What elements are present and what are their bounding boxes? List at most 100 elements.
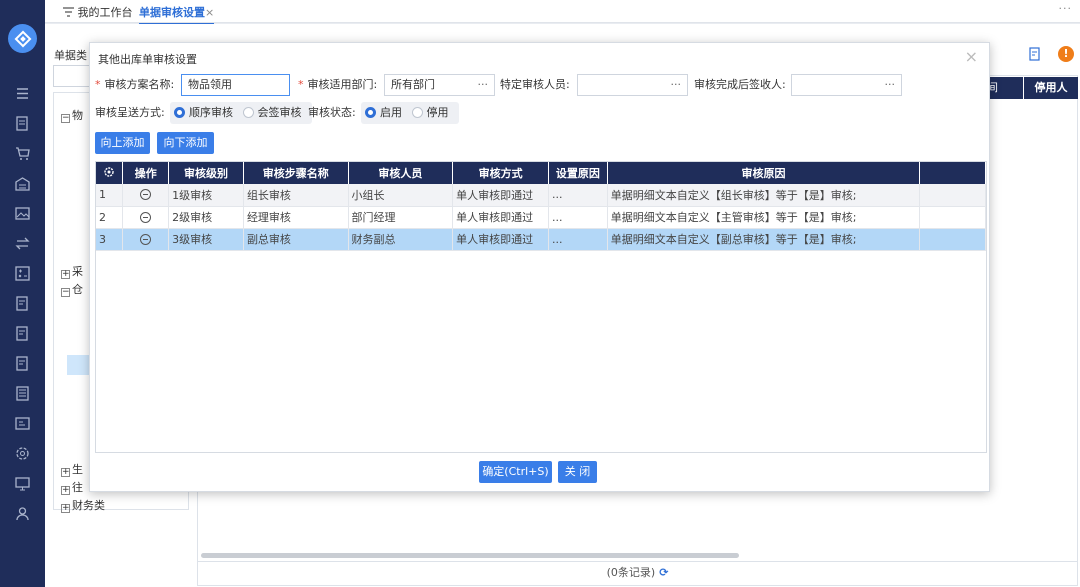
settings-icon[interactable]	[14, 445, 31, 462]
cell-mode: 单人审核即通过	[452, 184, 550, 207]
close-button[interactable]: 关 闭	[558, 461, 597, 483]
tree-node[interactable]: + 往	[61, 479, 83, 495]
dept-field[interactable]: 所有部门 ···	[384, 74, 495, 96]
tree-node-label: 采	[72, 265, 83, 278]
cell-person: 财务副总	[348, 228, 454, 251]
remove-row-button[interactable]	[122, 184, 170, 207]
radio-label: 启用	[380, 106, 402, 119]
row-number: 2	[96, 206, 124, 229]
cell-mode: 单人审核即通过	[452, 228, 550, 251]
table-row[interactable]: 2 2级审核 经理审核 部门经理 单人审核即通过 ... 单据明细文本自定义【主…	[96, 206, 986, 229]
radio-label: 会签审核	[257, 106, 302, 119]
monitor-icon[interactable]	[14, 475, 31, 492]
col-header: 审核原因	[607, 162, 921, 184]
radio-off-icon	[242, 107, 254, 118]
confirm-button[interactable]: 确定(Ctrl+S)	[479, 461, 552, 483]
calculator-icon[interactable]	[14, 265, 31, 282]
add-below-button[interactable]: 向下添加	[157, 132, 214, 154]
user-icon[interactable]	[14, 505, 31, 522]
minus-circle-icon	[140, 211, 152, 223]
dept-picker-icon[interactable]: ···	[478, 75, 489, 95]
cell-level: 3级审核	[168, 228, 244, 251]
cell-reason: 单据明细文本自定义【主管审核】等于【是】审核;	[607, 206, 921, 229]
scheme-name-field[interactable]: 物品领用	[181, 74, 290, 96]
remove-row-button[interactable]	[122, 228, 170, 251]
grid-header-disabled-by: 停用人	[1023, 77, 1078, 99]
transfer-icon[interactable]	[14, 235, 31, 252]
reviewer-field[interactable]: ···	[577, 74, 688, 96]
warehouse-icon[interactable]	[14, 175, 31, 192]
radio-countersign[interactable]: 会签审核	[242, 106, 302, 119]
refresh-icon[interactable]: ⟳	[659, 566, 668, 579]
table-row[interactable]: 1 1级审核 组长审核 小组长 单人审核即通过 ... 单据明细文本自定义【组长…	[96, 184, 986, 207]
export-doc-icon[interactable]	[1028, 47, 1042, 61]
cell-person: 小组长	[348, 184, 454, 207]
report-icon-3[interactable]	[14, 355, 31, 372]
send-mode-radio-group: 顺序审核 会签审核	[170, 102, 312, 124]
tab-label: 我的工作台	[77, 6, 133, 19]
warning-icon[interactable]: !	[1058, 46, 1074, 62]
dept-row: * 审核适用部门:	[298, 78, 378, 91]
tab-doc-review-settings[interactable]: 单据审核设置×	[139, 4, 215, 25]
cell-reason-set[interactable]: ...	[548, 228, 608, 251]
cell-step: 经理审核	[243, 206, 349, 229]
image-icon[interactable]	[14, 205, 31, 222]
reviewer-picker-icon[interactable]: ···	[671, 75, 682, 95]
col-header: 设置原因	[548, 162, 608, 184]
reviewer-label: 特定审核人员:	[500, 78, 570, 91]
radio-label: 顺序审核	[189, 106, 233, 119]
radio-disabled[interactable]: 停用	[411, 106, 449, 119]
tree-node-label: 往	[72, 481, 83, 494]
close-icon[interactable]: ×	[965, 47, 978, 66]
app-logo-icon[interactable]	[8, 24, 37, 53]
tree-node[interactable]: + 生	[61, 461, 83, 477]
document-icon[interactable]	[14, 115, 31, 132]
doc-type-label: 单据类	[54, 49, 87, 62]
left-nav-rail	[0, 0, 45, 587]
receiver-field[interactable]: ···	[791, 74, 902, 96]
tab-workbench[interactable]: 我的工作台	[63, 4, 133, 20]
tree-node[interactable]: − 仓	[61, 281, 83, 297]
cell-reason-set[interactable]: ...	[548, 184, 608, 207]
radio-enabled[interactable]: 启用	[365, 106, 402, 119]
more-icon[interactable]: ···	[1059, 2, 1073, 15]
send-mode-label: 审核呈送方式:	[95, 106, 165, 119]
tree-node[interactable]: − 物	[61, 107, 83, 123]
col-header: 审核级别	[168, 162, 244, 184]
horizontal-scrollbar[interactable]	[201, 553, 739, 558]
tree-node[interactable]: + 采	[61, 263, 83, 279]
scheme-name-row: * 审核方案名称:	[95, 78, 175, 91]
report-icon[interactable]	[14, 295, 31, 312]
record-count: (0条记录)	[606, 566, 656, 579]
cell-reason-set[interactable]: ...	[548, 206, 608, 229]
minus-circle-icon	[140, 189, 152, 201]
remove-row-button[interactable]	[122, 206, 170, 229]
row-number: 1	[96, 184, 124, 207]
tree-node-label: 仓	[72, 283, 83, 296]
add-above-button[interactable]: 向上添加	[95, 132, 150, 154]
radio-off-icon	[411, 107, 423, 118]
cart-icon[interactable]	[14, 145, 31, 162]
cell-reason: 单据明细文本自定义【组长审核】等于【是】审核;	[607, 184, 921, 207]
review-steps-table: 操作 审核级别 审核步骤名称 审核人员 审核方式 设置原因 审核原因 1 1级审…	[95, 161, 987, 453]
tree-node[interactable]: + 财务类	[61, 497, 105, 513]
receiver-picker-icon[interactable]: ···	[885, 75, 896, 95]
dept-label: 审核适用部门:	[307, 78, 378, 91]
col-header: 审核人员	[348, 162, 454, 184]
menu-icon[interactable]	[14, 85, 31, 102]
radio-on-icon	[365, 107, 376, 118]
list-icon[interactable]	[14, 385, 31, 402]
cell-person: 部门经理	[348, 206, 454, 229]
scheme-name-label: 审核方案名称:	[104, 78, 175, 91]
radio-sequential[interactable]: 顺序审核	[174, 106, 233, 119]
tree-node-label: 物	[72, 109, 83, 122]
radio-on-icon	[174, 107, 185, 118]
table-row[interactable]: 3 3级审核 副总审核 财务副总 单人审核即通过 ... 单据明细文本自定义【副…	[96, 228, 986, 251]
tree-node-label: 生	[72, 463, 83, 476]
column-settings-icon[interactable]	[96, 162, 124, 184]
tab-close-icon[interactable]: ×	[205, 6, 214, 19]
status-radio-group: 启用 停用	[361, 102, 459, 124]
report-icon-2[interactable]	[14, 325, 31, 342]
col-header: 审核方式	[452, 162, 550, 184]
id-card-icon[interactable]	[14, 415, 31, 432]
